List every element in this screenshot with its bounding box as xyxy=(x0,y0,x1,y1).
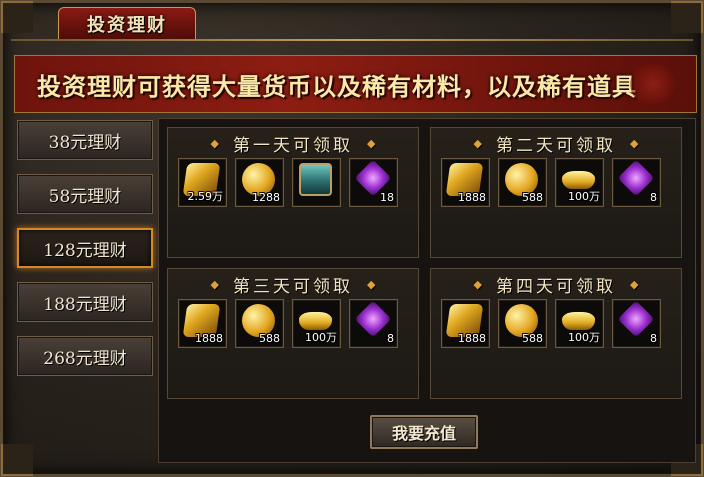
recharge-button[interactable]: 我要充值 xyxy=(370,415,478,449)
reward-slot[interactable]: 588 xyxy=(498,299,547,348)
window-title: 投资理财 xyxy=(87,15,167,36)
banner-text: 投资理财可获得大量货币以及稀有材料，以及稀有道具 xyxy=(37,72,637,101)
reward-qty: 588 xyxy=(522,332,543,345)
reward-slot[interactable]: 8 xyxy=(349,299,398,348)
reward-qty: 2.59万 xyxy=(187,190,224,203)
gold-ingot-icon xyxy=(562,312,595,330)
day-title-text: 第一天可领取 xyxy=(233,135,353,156)
reward-qty: 8 xyxy=(387,332,394,345)
reward-slot[interactable]: 1288 xyxy=(235,158,284,207)
reward-qty: 18 xyxy=(380,191,394,204)
plan-label: 188元理财 xyxy=(43,294,127,315)
reward-slot[interactable]: 100万 xyxy=(292,299,341,348)
day-panel-2: ◆ 第二天可领取 ◆ 1888 588 100万 8 xyxy=(430,127,682,258)
corner-ornament xyxy=(1,1,33,33)
plan-button-188[interactable]: 188元理财 xyxy=(17,282,153,322)
reward-slot[interactable]: 8 xyxy=(612,299,661,348)
reward-qty: 1888 xyxy=(458,332,486,345)
reward-slot[interactable]: 8 xyxy=(612,158,661,207)
reward-slot[interactable]: 1888 xyxy=(178,299,227,348)
plan-button-128[interactable]: 128元理财 xyxy=(17,228,153,268)
diamond-icon: ◆ xyxy=(630,277,639,291)
reward-slot[interactable] xyxy=(292,158,341,207)
title-divider xyxy=(11,39,693,41)
reward-slot[interactable]: 100万 xyxy=(555,158,604,207)
plan-label: 58元理财 xyxy=(48,186,122,207)
reward-qty: 100万 xyxy=(568,190,600,203)
reward-slot[interactable]: 100万 xyxy=(555,299,604,348)
diamond-icon: ◆ xyxy=(473,277,482,291)
gold-ingot-icon xyxy=(299,312,332,330)
day-title: ◆ 第一天可领取 ◆ xyxy=(168,128,418,158)
diamond-icon: ◆ xyxy=(473,136,482,150)
recharge-label: 我要充值 xyxy=(391,424,456,443)
day-panel-4: ◆ 第四天可领取 ◆ 1888 588 100万 8 xyxy=(430,268,682,399)
reward-qty: 100万 xyxy=(568,331,600,344)
window-title-tab[interactable]: 投资理财 xyxy=(58,7,196,40)
reward-slot[interactable]: 1888 xyxy=(441,158,490,207)
reward-content-panel: ◆ 第一天可领取 ◆ 2.59万 1288 18 ◆ 第二天可领取 ◆ 1888… xyxy=(158,118,696,463)
day-panel-1: ◆ 第一天可领取 ◆ 2.59万 1288 18 xyxy=(167,127,419,258)
investment-window: 投资理财 投资理财可获得大量货币以及稀有材料，以及稀有道具 38元理财 58元理… xyxy=(0,0,704,477)
reward-slot[interactable]: 18 xyxy=(349,158,398,207)
reward-qty: 8 xyxy=(650,332,657,345)
reward-slot[interactable]: 1888 xyxy=(441,299,490,348)
plan-label: 268元理财 xyxy=(43,348,127,369)
purple-gem-icon xyxy=(617,159,655,197)
diamond-icon: ◆ xyxy=(367,277,376,291)
corner-ornament xyxy=(671,1,703,33)
diamond-icon: ◆ xyxy=(210,136,219,150)
diamond-icon: ◆ xyxy=(367,136,376,150)
plan-button-58[interactable]: 58元理财 xyxy=(17,174,153,214)
plan-label: 38元理财 xyxy=(48,132,122,153)
reward-slot[interactable]: 2.59万 xyxy=(178,158,227,207)
plan-button-268[interactable]: 268元理财 xyxy=(17,336,153,376)
corner-ornament xyxy=(1,444,33,476)
day-title-text: 第三天可领取 xyxy=(233,276,353,297)
day-title: ◆ 第四天可领取 ◆ xyxy=(431,269,681,299)
plan-label: 128元理财 xyxy=(43,240,127,261)
reward-qty: 100万 xyxy=(305,331,337,344)
reward-qty: 1888 xyxy=(458,191,486,204)
reward-qty: 1888 xyxy=(195,332,223,345)
reward-qty: 8 xyxy=(650,191,657,204)
reward-slot[interactable]: 588 xyxy=(498,158,547,207)
purple-gem-icon xyxy=(617,300,655,338)
day-title: ◆ 第三天可领取 ◆ xyxy=(168,269,418,299)
reward-qty: 1288 xyxy=(252,191,280,204)
diamond-icon: ◆ xyxy=(210,277,219,291)
reward-qty: 588 xyxy=(522,191,543,204)
gold-ingot-icon xyxy=(562,171,595,189)
reward-qty: 588 xyxy=(259,332,280,345)
diamond-icon: ◆ xyxy=(630,136,639,150)
reward-slot[interactable]: 588 xyxy=(235,299,284,348)
purple-gem-icon xyxy=(354,300,392,338)
day-title-text: 第四天可领取 xyxy=(496,276,616,297)
treasure-chest-icon xyxy=(299,163,332,196)
day-title-text: 第二天可领取 xyxy=(496,135,616,156)
promo-banner: 投资理财可获得大量货币以及稀有材料，以及稀有道具 xyxy=(14,55,697,113)
day-panel-3: ◆ 第三天可领取 ◆ 1888 588 100万 8 xyxy=(167,268,419,399)
day-title: ◆ 第二天可领取 ◆ xyxy=(431,128,681,158)
ribbon-bow-icon xyxy=(628,64,678,104)
plan-sidebar: 38元理财 58元理财 128元理财 188元理财 268元理财 xyxy=(17,120,157,390)
plan-button-38[interactable]: 38元理财 xyxy=(17,120,153,160)
